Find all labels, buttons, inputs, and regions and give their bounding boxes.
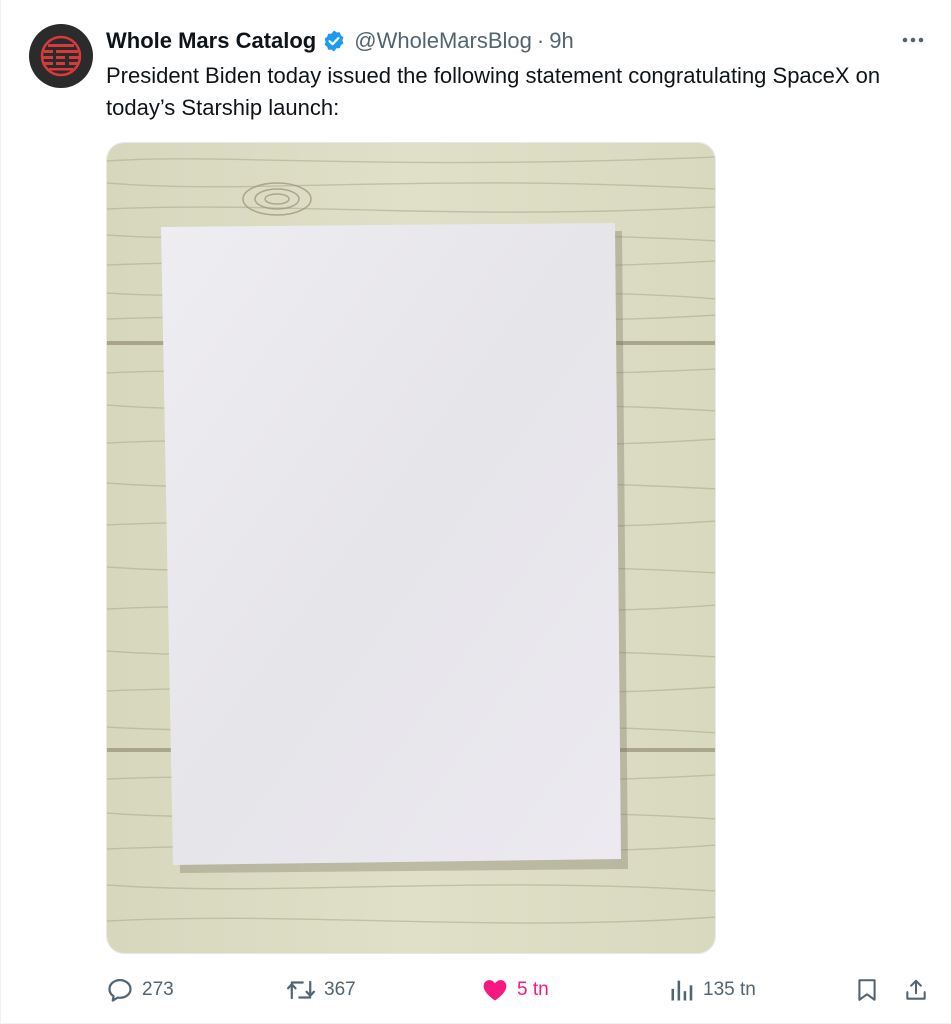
header-separator: · — [536, 28, 545, 53]
verified-badge-icon[interactable] — [322, 29, 346, 53]
more-options-icon[interactable] — [897, 26, 929, 54]
bookmark-button[interactable] — [854, 972, 880, 1008]
tweet-timestamp[interactable]: 9h — [549, 28, 573, 54]
reply-count: 273 — [142, 979, 174, 1000]
retweet-icon — [286, 980, 316, 1000]
blank-paper-on-wood-icon — [107, 143, 715, 953]
share-button[interactable] — [903, 972, 929, 1008]
retweet-count: 367 — [324, 979, 356, 1000]
reply-icon — [108, 978, 132, 1002]
views-count: 135 tn — [703, 979, 756, 1000]
mars-logo-icon — [40, 35, 82, 77]
reply-button[interactable]: 273 — [106, 972, 174, 1008]
tweet-actions-bar: 273 367 5 tn 135 tn — [106, 972, 936, 1008]
bookmark-icon — [858, 979, 876, 1001]
author-name[interactable]: Whole Mars Catalog — [106, 28, 316, 54]
share-icon — [906, 979, 926, 1000]
views-button[interactable]: 135 tn — [669, 972, 756, 1008]
tweet-text: President Biden today issued the followi… — [106, 63, 881, 120]
author-handle[interactable]: @WholeMarsBlog — [354, 28, 532, 54]
tweet-header: Whole Mars Catalog @WholeMarsBlog · 9h — [106, 24, 574, 58]
avatar[interactable] — [29, 24, 93, 88]
heart-icon — [483, 980, 507, 1001]
tweet-media-image[interactable] — [106, 142, 716, 954]
views-icon — [671, 980, 693, 1001]
like-count: 5 tn — [517, 979, 549, 1000]
tweet-card[interactable]: Whole Mars Catalog @WholeMarsBlog · 9h P… — [0, 0, 951, 1024]
retweet-button[interactable]: 367 — [286, 972, 356, 1008]
like-button[interactable]: 5 tn — [481, 972, 549, 1008]
